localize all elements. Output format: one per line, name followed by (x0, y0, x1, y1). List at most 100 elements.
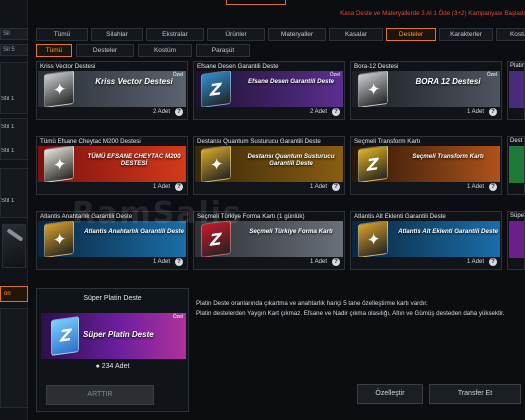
card-banner: Z Seçmeli Transform Kartı (352, 146, 500, 183)
card-banner: ✦ Destansı Quantum Susturucu Garantili De… (195, 146, 343, 183)
card-title: Efsane Desen Garantili Deste (197, 63, 279, 70)
sidebar-slot-label: Stil 1 (1, 198, 15, 204)
transfer-button[interactable]: Transfer Et (429, 384, 521, 404)
info-icon[interactable]: ? (489, 183, 497, 191)
tab-subcategory[interactable]: Paraşüt (196, 44, 250, 57)
card-banner: Z Efsane Desen Garantili Deste Özel (195, 71, 343, 108)
watermark: RamSalis (72, 196, 243, 231)
card-count: 1 Adet (466, 184, 484, 190)
featured-count-value: 234 Adet (101, 363, 130, 370)
deck-box-icon: ✦ (201, 146, 231, 183)
tab-category[interactable]: Kostüm (496, 28, 525, 41)
deck-box-icon: Z (358, 146, 388, 183)
product-card-partial[interactable]: Platin (507, 61, 525, 120)
featured-title: Süper Platin Deste (83, 295, 142, 302)
card-title: Dest (510, 138, 523, 144)
increase-button[interactable]: ARTTIR (46, 385, 154, 405)
deck-box-icon: Z (201, 71, 231, 108)
card-title: Kriss Vector Destesi (40, 63, 96, 70)
featured-panel: Süper Platin Deste Z Süper Platin Deste … (36, 288, 189, 412)
card-title: Seçmeli Transform Kartı (354, 138, 421, 145)
card-name: TÜMÜ EFSANE CHEYTAC M200 DESTESİ (87, 153, 181, 167)
card-title: Bora-12 Destesi (354, 63, 399, 70)
tab-subcategory[interactable]: Tümü (36, 44, 72, 57)
tab-category[interactable]: Materyaller (268, 28, 326, 41)
deck-box-icon: ✦ (44, 221, 74, 258)
info-icon[interactable]: ? (489, 258, 497, 266)
description-line: Platin Deste oranlarında çıkartma ve ana… (196, 300, 428, 307)
info-icon[interactable]: ? (332, 108, 340, 116)
featured-banner[interactable]: Z Süper Platin Deste Özel (41, 313, 186, 359)
tab-category[interactable]: Silahlar (91, 28, 143, 41)
product-card[interactable]: Tümü Efsane Cheytac M200 Destesi ✦ TÜMÜ EF… (36, 136, 188, 195)
card-title: Platin (510, 63, 525, 69)
tab-category[interactable]: Karakterler (439, 28, 493, 41)
card-footer: 1 Adet? (38, 257, 186, 268)
promo-banner[interactable]: Kasa Deste ve Materyallerde 3 Al 1 Öde (… (340, 10, 525, 17)
card-name: BORA 12 Destesi (415, 77, 481, 86)
card-banner: ✦ Kriss Vector Destesi Özel (38, 71, 186, 108)
featured-name: Süper Platin Deste (83, 330, 154, 339)
sidebar-slot[interactable] (0, 62, 28, 114)
product-card[interactable]: Atlantis Alt Eklenti Garantili Deste ✦ Atl… (350, 211, 502, 270)
deck-box-icon: ✦ (44, 71, 74, 108)
tab-category[interactable]: Ekstralar (146, 28, 204, 41)
info-icon[interactable]: ? (175, 108, 183, 116)
product-card[interactable]: Destansı Quantum Susturucu Garantili Des… (193, 136, 345, 195)
deck-box-icon: ✦ (44, 146, 74, 183)
product-card-partial[interactable]: Süpe (507, 211, 525, 270)
sidebar-weapon-thumbnail[interactable] (2, 224, 26, 268)
info-icon[interactable]: ? (175, 183, 183, 191)
card-footer: 1 Adet? (352, 182, 500, 193)
card-count: 2 Adet (309, 109, 327, 115)
card-count: 1 Adet (466, 259, 484, 265)
card-count: 1 Adet (309, 184, 327, 190)
customize-button[interactable]: Özelleştir (357, 384, 423, 404)
card-footer: 1 Adet? (352, 257, 500, 268)
sidebar-selected-button[interactable]: on (0, 286, 28, 302)
card-title: Destansı Quantum Susturucu Garantili Des… (197, 138, 321, 145)
info-icon[interactable]: ? (332, 258, 340, 266)
product-card-partial[interactable]: Dest (507, 136, 525, 195)
card-name: Efsane Desen Garantili Deste (248, 78, 334, 85)
sidebar-slot-label: Stil 1 (1, 96, 15, 102)
card-title: Atlantis Alt Eklenti Garantili Deste (354, 213, 446, 220)
product-card[interactable]: Kriss Vector Destesi ✦ Kriss Vector Destes… (36, 61, 188, 120)
product-card[interactable]: Efsane Desen Garantili Deste Z Efsane Dese… (193, 61, 345, 120)
product-card[interactable]: Bora-12 Destesi ✦ BORA 12 Destesi Özel 1 Ade… (350, 61, 502, 120)
card-count: 1 Adet (466, 109, 484, 115)
sidebar-tab[interactable]: Sil (0, 28, 28, 40)
left-sidebar: Sil Sil 5 Stil 1 Stil 1 Stil 1 Stil 1 on (0, 0, 28, 420)
card-title: Süpe (510, 213, 525, 219)
deck-box-icon: ✦ (358, 71, 388, 108)
sidebar-slot (0, 308, 28, 408)
tab-subcategory[interactable]: Kostüm (138, 44, 192, 57)
product-card[interactable]: Seçmeli Transform Kartı Z Seçmeli Transfor… (350, 136, 502, 195)
deck-box-icon: ✦ (358, 221, 388, 258)
sidebar-slot-label: Stil 1 (1, 124, 15, 130)
card-banner (509, 146, 524, 183)
info-icon[interactable]: ? (332, 183, 340, 191)
tab-category[interactable]: Tümü (36, 28, 88, 41)
sidebar-slot-label: Stil 1 (1, 148, 15, 154)
card-title: Tümü Efsane Cheytac M200 Destesi (40, 138, 141, 145)
card-footer: 2 Adet? (38, 107, 186, 118)
subcategory-tabs: Tümü Desteler Kostüm Paraşüt (36, 44, 336, 58)
info-icon[interactable]: ? (489, 108, 497, 116)
tab-category[interactable]: Kasalar (329, 28, 383, 41)
card-badge: Özel (329, 72, 340, 78)
card-name: Seçmeli Transform Kartı (412, 153, 484, 160)
info-icon[interactable]: ? (175, 258, 183, 266)
sidebar-slot[interactable] (0, 168, 28, 218)
tab-subcategory[interactable]: Desteler (76, 44, 134, 57)
card-banner: ✦ BORA 12 Destesi Özel (352, 71, 500, 108)
card-name: Kriss Vector Destesi (95, 77, 173, 86)
card-name: Destansı Quantum Susturucu Garantili Des… (247, 153, 335, 167)
card-banner (509, 71, 524, 108)
card-footer: 1 Adet? (195, 182, 343, 193)
card-footer: 2 Adet? (195, 107, 343, 118)
tab-category[interactable]: Desteler (386, 28, 436, 41)
tab-category[interactable]: Ürünler (207, 28, 265, 41)
card-count: 1 Adet (309, 259, 327, 265)
sidebar-sort-tab[interactable]: Sil 5 (0, 44, 28, 56)
